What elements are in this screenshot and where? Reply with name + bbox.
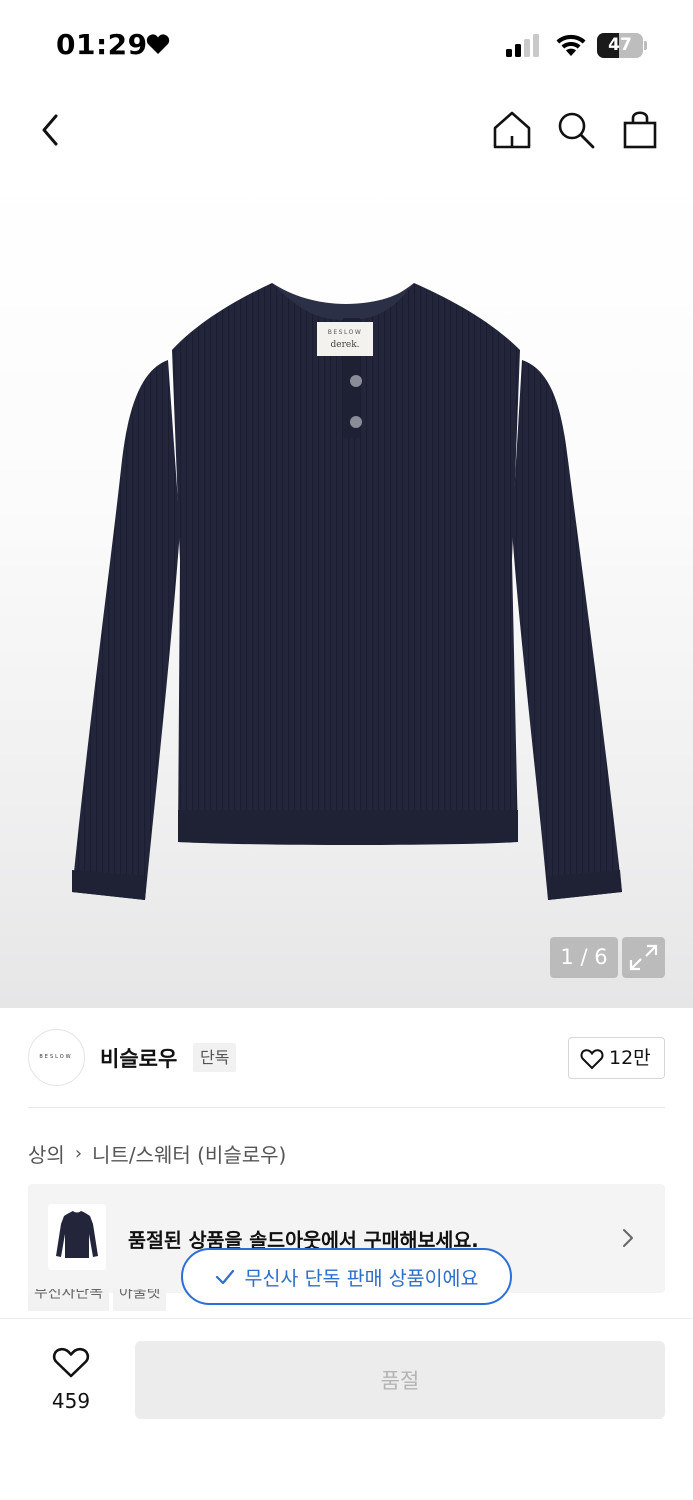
product-sweater-image: BESLOW derek. <box>72 283 622 900</box>
chevron-right-icon: › <box>74 1142 83 1164</box>
sweater-label-line: derek. <box>330 340 359 350</box>
product-tags: 무신사단독 아울렛 <box>28 1289 170 1313</box>
bottom-action-bar: 459 품절 <box>0 1318 693 1500</box>
home-icon[interactable] <box>492 110 532 150</box>
wifi-icon <box>556 34 586 56</box>
toast-message: 무신사 단독 판매 상품이에요 <box>244 1267 479 1290</box>
status-bar: 01:29 47 <box>0 0 693 92</box>
breadcrumb-subcategory[interactable]: 니트/스웨터 (비슬로우) <box>92 1139 286 1168</box>
chevron-right-icon <box>623 1229 633 1247</box>
top-nav-bar <box>0 92 693 170</box>
brand-like-button[interactable]: 12만 <box>568 1037 665 1079</box>
exclusive-toast: 무신사 단독 판매 상품이에요 <box>181 1248 512 1305</box>
battery-icon: 47 <box>597 33 647 58</box>
breadcrumb: 상의 › 니트/스웨터 (비슬로우) <box>28 1137 286 1169</box>
tag-item[interactable]: 무신사단독 <box>28 1289 110 1311</box>
expand-image-button[interactable] <box>622 937 665 978</box>
image-counter: 1 / 6 <box>550 937 618 978</box>
soldout-button[interactable]: 품절 <box>135 1341 665 1419</box>
breadcrumb-category[interactable]: 상의 <box>28 1139 65 1168</box>
heart-outline-icon <box>52 1347 90 1378</box>
back-chevron-icon[interactable] <box>34 110 70 150</box>
brand-name[interactable]: 비슬로우 <box>100 1043 177 1073</box>
heart-status-icon <box>146 34 170 54</box>
brand-like-count: 12만 <box>609 1047 651 1069</box>
brand-logo-text: BESLOW <box>39 1054 73 1060</box>
divider <box>28 1107 665 1108</box>
check-icon <box>215 1269 234 1284</box>
search-icon[interactable] <box>556 110 596 150</box>
status-time: 01:29 <box>56 28 148 61</box>
sweater-label-brand: BESLOW <box>328 329 363 336</box>
expand-icon <box>629 944 658 971</box>
wishlist-count: 459 <box>51 1389 91 1413</box>
exclusive-badge: 단독 <box>193 1043 237 1072</box>
resale-product-thumbnail <box>48 1204 106 1270</box>
wishlist-button[interactable]: 459 <box>40 1343 102 1423</box>
battery-level-text: 47 <box>608 35 632 55</box>
shopping-bag-icon[interactable] <box>620 109 660 149</box>
brand-row: BESLOW 비슬로우 단독 12만 <box>0 1008 693 1108</box>
heart-outline-icon <box>580 1049 604 1070</box>
tag-item[interactable]: 아울렛 <box>113 1289 167 1311</box>
brand-logo[interactable]: BESLOW <box>28 1029 85 1086</box>
product-image-carousel[interactable]: BESLOW derek. 1 / 6 <box>0 170 693 1008</box>
cellular-signal-icon <box>506 34 539 57</box>
